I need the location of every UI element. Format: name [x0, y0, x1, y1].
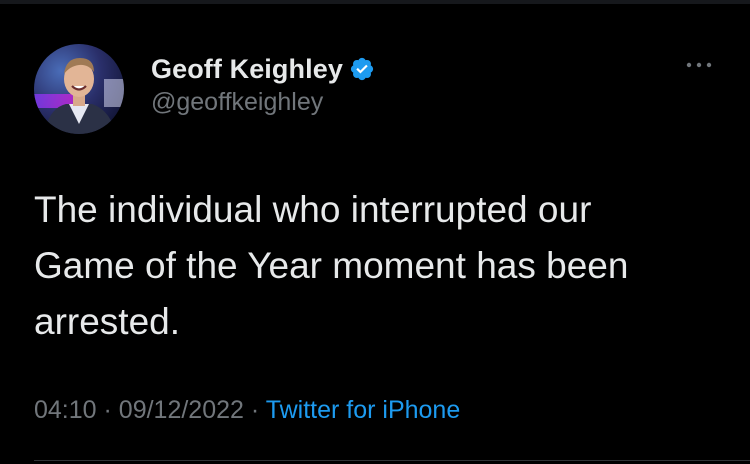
- tweet-meta: 04:10 · 09/12/2022 · Twitter for iPhone: [34, 396, 460, 425]
- avatar-image: [34, 44, 124, 134]
- top-divider: [0, 0, 750, 4]
- verified-badge-icon: [350, 57, 374, 81]
- tweet-date[interactable]: 09/12/2022: [119, 396, 244, 424]
- bottom-divider: [34, 460, 750, 461]
- author-identity[interactable]: Geoff Keighley @geoffkeighley: [151, 52, 375, 117]
- name-row: Geoff Keighley: [151, 52, 375, 86]
- avatar[interactable]: [34, 44, 124, 134]
- tweet-source-link[interactable]: Twitter for iPhone: [266, 396, 461, 424]
- tweet-time[interactable]: 04:10: [34, 396, 97, 424]
- tweet-text: The individual who interrupted our Game …: [34, 189, 629, 342]
- meta-separator: ·: [250, 396, 260, 424]
- author-display-name[interactable]: Geoff Keighley: [151, 54, 343, 85]
- author-handle[interactable]: @geoffkeighley: [151, 88, 375, 117]
- meta-separator: ·: [103, 396, 112, 424]
- tweet-header: Geoff Keighley @geoffkeighley: [34, 44, 724, 134]
- ellipsis-icon[interactable]: [684, 58, 714, 72]
